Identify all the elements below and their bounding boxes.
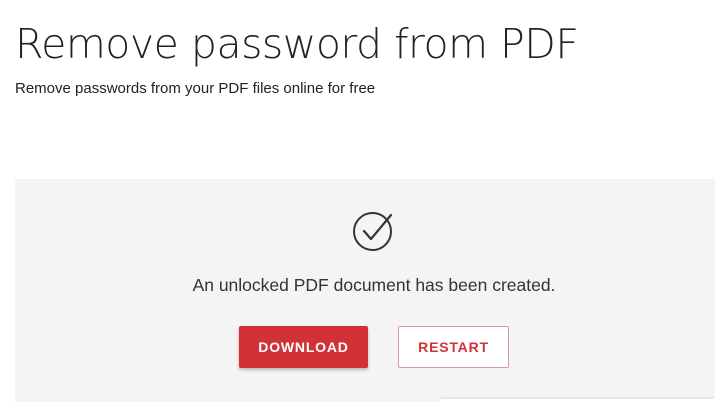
page: Remove password from PDF Remove password…: [0, 0, 715, 402]
page-subtitle: Remove passwords from your PDF files onl…: [15, 80, 376, 97]
restart-button[interactable]: RESTART: [398, 326, 509, 368]
check-circle-icon: [353, 212, 393, 251]
page-title: Remove password from PDF: [15, 20, 579, 68]
download-button[interactable]: DOWNLOAD: [239, 326, 368, 368]
result-message: An unlocked PDF document has been create…: [192, 275, 556, 295]
result-panel: An unlocked PDF document has been create…: [15, 179, 715, 402]
